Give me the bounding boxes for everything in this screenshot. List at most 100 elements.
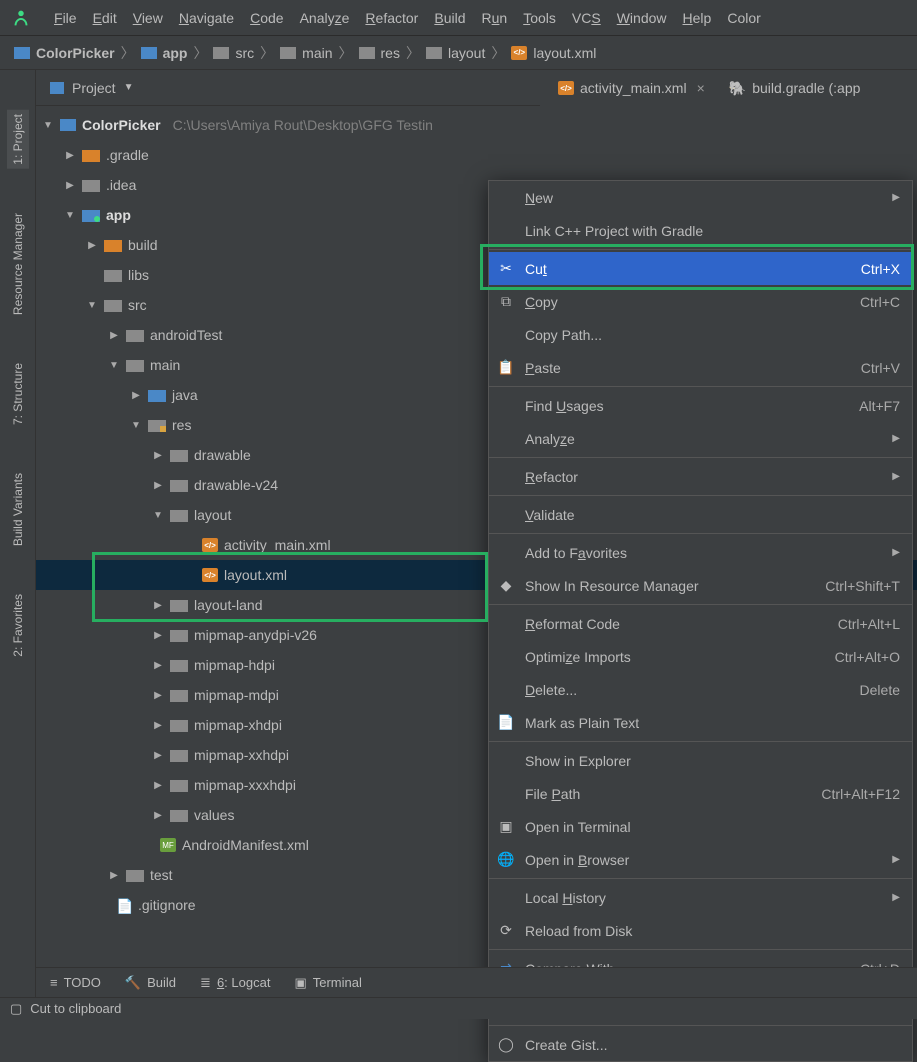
menu-analyze[interactable]: Analyze xyxy=(292,6,358,30)
rail-build-variants[interactable]: Build Variants xyxy=(7,469,29,550)
tree-root[interactable]: ColorPickerC:\Users\Amiya Rout\Desktop\G… xyxy=(36,110,917,140)
cm-paste[interactable]: 📋PasteCtrl+V xyxy=(489,351,912,384)
rail-resource-manager[interactable]: Resource Manager xyxy=(7,209,29,319)
crumb-project[interactable]: ColorPicker xyxy=(14,45,115,61)
menu-help[interactable]: Help xyxy=(675,6,720,30)
folder-icon xyxy=(148,418,166,432)
folder-icon xyxy=(170,748,188,762)
menu-navigate[interactable]: Navigate xyxy=(171,6,242,30)
crumb-main[interactable]: main xyxy=(280,45,332,61)
cm-find-usages[interactable]: Find UsagesAlt+F7 xyxy=(489,389,912,422)
folder-icon xyxy=(170,688,188,702)
menu-view[interactable]: View xyxy=(125,6,171,30)
cm-open-terminal[interactable]: ▣Open in Terminal xyxy=(489,810,912,843)
text-icon: 📄 xyxy=(497,714,515,731)
cm-delete[interactable]: Delete...Delete xyxy=(489,673,912,706)
crumb-app[interactable]: app xyxy=(141,45,188,61)
project-panel-title[interactable]: Project ▼ xyxy=(50,80,133,96)
todo-icon: ≡ xyxy=(50,975,58,990)
folder-icon xyxy=(170,718,188,732)
folder-icon xyxy=(170,778,188,792)
cm-reload-disk[interactable]: ⟳Reload from Disk xyxy=(489,914,912,947)
cm-analyze[interactable]: Analyze▶ xyxy=(489,422,912,455)
crumb-file[interactable]: </>layout.xml xyxy=(511,45,596,61)
terminal-icon: ▣ xyxy=(294,975,306,991)
globe-icon: 🌐 xyxy=(497,851,515,868)
cm-copy-path[interactable]: Copy Path... xyxy=(489,318,912,351)
cm-local-history[interactable]: Local History▶ xyxy=(489,881,912,914)
folder-icon xyxy=(126,358,144,372)
menu-tools[interactable]: Tools xyxy=(515,6,564,30)
xml-icon: </> xyxy=(558,81,574,95)
chevron-right-icon: 〉 xyxy=(193,43,207,63)
cm-link-cpp[interactable]: Link C++ Project with Gradle xyxy=(489,214,912,247)
bottom-todo[interactable]: ≡TODO xyxy=(50,975,101,990)
menu-code[interactable]: Code xyxy=(242,6,291,30)
folder-icon xyxy=(60,119,76,131)
terminal-icon: ▣ xyxy=(497,818,515,835)
breadcrumb: ColorPicker 〉 app 〉 src 〉 main 〉 res 〉 l… xyxy=(0,36,917,70)
cm-show-explorer[interactable]: Show in Explorer xyxy=(489,744,912,777)
bottom-build[interactable]: 🔨Build xyxy=(125,975,176,991)
cm-open-browser[interactable]: 🌐Open in Browser▶ xyxy=(489,843,912,876)
chevron-right-icon: 〉 xyxy=(339,43,353,63)
crumb-src[interactable]: src xyxy=(213,45,254,61)
logcat-icon: ≣ xyxy=(200,975,211,991)
left-rail: 1: Project Resource Manager 7: Structure… xyxy=(0,70,36,1019)
folder-icon xyxy=(82,148,100,162)
crumb-res[interactable]: res xyxy=(359,45,400,61)
xml-icon: </> xyxy=(202,538,218,552)
close-icon[interactable]: × xyxy=(697,80,705,96)
manifest-icon: MF xyxy=(160,838,176,852)
folder-icon xyxy=(170,508,188,522)
rail-project[interactable]: 1: Project xyxy=(7,110,29,169)
cm-copy[interactable]: ⧉CopyCtrl+C xyxy=(489,285,912,318)
chevron-down-icon: ▼ xyxy=(124,82,134,93)
status-bar: ▢ Cut to clipboard xyxy=(0,997,917,1019)
menu-color[interactable]: Color xyxy=(719,6,768,30)
folder-icon xyxy=(170,448,188,462)
tab-build-gradle[interactable]: 🐘build.gradle (:app xyxy=(721,76,869,101)
gitignore-icon: 📄 xyxy=(116,898,132,912)
cm-cut[interactable]: ✂CutCtrl+X xyxy=(489,252,912,285)
tree-gradle[interactable]: .gradle xyxy=(36,140,917,170)
crumb-layout[interactable]: layout xyxy=(426,45,485,61)
menu-vcs[interactable]: VCS xyxy=(564,6,609,30)
cm-add-favorites[interactable]: Add to Favorites▶ xyxy=(489,536,912,569)
menu-window[interactable]: Window xyxy=(609,6,675,30)
folder-icon xyxy=(213,47,229,59)
bottom-logcat[interactable]: ≣6: Logcat xyxy=(200,975,270,991)
menu-edit[interactable]: Edit xyxy=(85,6,125,30)
cm-optimize[interactable]: Optimize ImportsCtrl+Alt+O xyxy=(489,640,912,673)
cm-file-path[interactable]: File PathCtrl+Alt+F12 xyxy=(489,777,912,810)
menu-refactor[interactable]: Refactor xyxy=(357,6,426,30)
chevron-right-icon: 〉 xyxy=(406,43,420,63)
chevron-right-icon: ▶ xyxy=(892,433,900,444)
rail-structure[interactable]: 7: Structure xyxy=(7,359,29,429)
cm-refactor[interactable]: Refactor▶ xyxy=(489,460,912,493)
folder-icon xyxy=(104,298,122,312)
cm-validate[interactable]: Validate xyxy=(489,498,912,531)
chevron-right-icon: ▶ xyxy=(892,547,900,558)
cm-create-gist[interactable]: ◯Create Gist... xyxy=(489,1028,912,1061)
menu-build[interactable]: Build xyxy=(426,6,473,30)
folder-icon xyxy=(170,628,188,642)
folder-icon xyxy=(359,47,375,59)
bottom-terminal[interactable]: ▣Terminal xyxy=(294,975,361,991)
cm-reformat[interactable]: Reformat CodeCtrl+Alt+L xyxy=(489,607,912,640)
rail-favorites[interactable]: 2: Favorites xyxy=(7,590,29,661)
folder-icon xyxy=(82,178,100,192)
menu-bar: File Edit View Navigate Code Analyze Ref… xyxy=(0,0,917,36)
cm-show-resource[interactable]: ◆Show In Resource ManagerCtrl+Shift+T xyxy=(489,569,912,602)
folder-icon xyxy=(170,808,188,822)
status-icon[interactable]: ▢ xyxy=(10,1001,22,1017)
cm-mark-plain[interactable]: 📄Mark as Plain Text xyxy=(489,706,912,739)
menu-file[interactable]: File xyxy=(46,6,85,30)
folder-icon xyxy=(280,47,296,59)
reload-icon: ⟳ xyxy=(497,922,515,939)
tab-activity-main[interactable]: </>activity_main.xml× xyxy=(550,76,713,100)
chevron-right-icon: 〉 xyxy=(121,43,135,63)
chevron-right-icon: ▶ xyxy=(892,892,900,903)
cm-new[interactable]: New▶ xyxy=(489,181,912,214)
menu-run[interactable]: Run xyxy=(474,6,516,30)
